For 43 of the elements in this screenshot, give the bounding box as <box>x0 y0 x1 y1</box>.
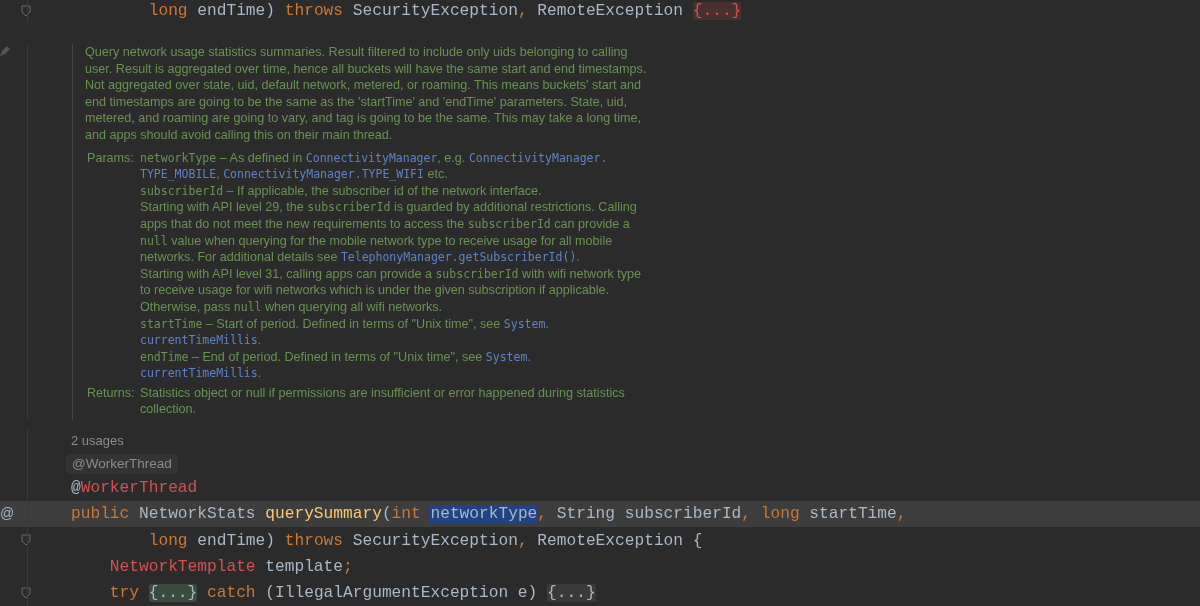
code-line: try {...} catch (IllegalArgumentException e) {...} <box>108 584 596 603</box>
doc-text-line: null value when querying for the mobile network type to receive usage for all mobile <box>140 232 614 250</box>
code-line: long endTime) throws SecurityException, RemoteException { <box>147 531 703 550</box>
doc-text-line: Query network usage statistics summaries. Result filtered to include only uids belonging to calling <box>85 44 629 61</box>
doc-text-line: networks. For additional details see TelephonyManager.getSubscriberId(). <box>140 249 581 266</box>
code-line: long endTime) throws SecurityException, RemoteException {...} <box>147 2 742 21</box>
doc-text-line: Statistics object or null if permissions are insufficient or error happened during statistics <box>140 384 625 402</box>
doc-text-line: collection. <box>140 401 197 419</box>
doc-text-line: endTime – End of period. Defined in terms of "Unix time", see System. <box>140 348 532 366</box>
code-line: NetworkTemplate template; <box>108 557 353 576</box>
doc-text-line: apps that do not meet the new requirements to access the subscriberId can provide a <box>140 215 631 233</box>
doc-text-line: currentTimeMillis. <box>140 365 263 382</box>
doc-link[interactable]: ConnectivityManager <box>305 150 438 165</box>
fold-marker-icon[interactable] <box>21 586 31 599</box>
doc-text-line: user. Result is aggregated over time, hence all buckets will have the same start and end timestamps. <box>85 60 647 78</box>
doc-text-line: TYPE_MOBILE, ConnectivityManager.TYPE_WIFI etc. <box>140 166 449 183</box>
doc-text-line: to receive usage for wifi networks which is under the given subscription if applicable. <box>140 282 610 299</box>
gutter-at-marker[interactable]: @ <box>0 503 15 525</box>
doc-text-line: Not aggregated over state, uid, default network, metered, or roaming. This means buckets' start and <box>85 77 642 94</box>
doc-link[interactable]: ConnectivityManager.TYPE_WIFI <box>223 167 424 182</box>
doc-link[interactable]: currentTimeMillis <box>140 366 258 381</box>
doc-text-line: Starting with API level 29, the subscriberId is guarded by additional restrictions. Calling <box>140 199 638 216</box>
fold-marker-icon[interactable] <box>21 5 31 17</box>
doc-section-label: Params: <box>86 149 135 167</box>
doc-text-line: subscriberId – If applicable, the subscriber id of the network interface. <box>140 182 543 200</box>
doc-section-label: Returns: <box>86 384 136 402</box>
doc-link[interactable]: currentTimeMillis <box>140 333 258 348</box>
doc-text-line: and apps should avoid calling this on their main thread. <box>85 126 394 144</box>
doc-text-line: currentTimeMillis. <box>140 332 263 349</box>
doc-text-line: end timestamps are going to be the same as the 'startTime' and 'endTime' parameters. State, uid, <box>85 93 629 111</box>
doc-text-line: Starting with API level 31, calling apps can provide a subscriberId with wifi network type <box>140 265 641 283</box>
pencil-icon[interactable] <box>0 46 10 56</box>
doc-text-line: metered, and roaming are going to vary, and tag is going to be the same. This may take a long time, <box>85 110 643 127</box>
code-line: public NetworkStats querySummary(int networkType, String subscriberId, long startTime, <box>71 505 907 524</box>
usages-hint[interactable]: 2 usages <box>56 430 124 451</box>
doc-text-line: startTime – Start of period. Defined in terms of "Unix time", see System. <box>140 315 550 333</box>
doc-link[interactable]: ConnectivityManager. <box>468 150 608 165</box>
doc-text-line: networkType – As defined in ConnectivityManager, e.g. ConnectivityManager. <box>140 149 609 167</box>
code-line: @WorkerThread <box>71 479 198 497</box>
doc-link[interactable]: TelephonyManager.getSubscriberId() <box>340 250 577 265</box>
doc-text-line: Otherwise, pass null when querying all wifi networks. <box>140 298 444 316</box>
fold-marker-icon[interactable] <box>21 534 31 547</box>
inlay-annotation-hint: @WorkerThread <box>66 453 178 474</box>
